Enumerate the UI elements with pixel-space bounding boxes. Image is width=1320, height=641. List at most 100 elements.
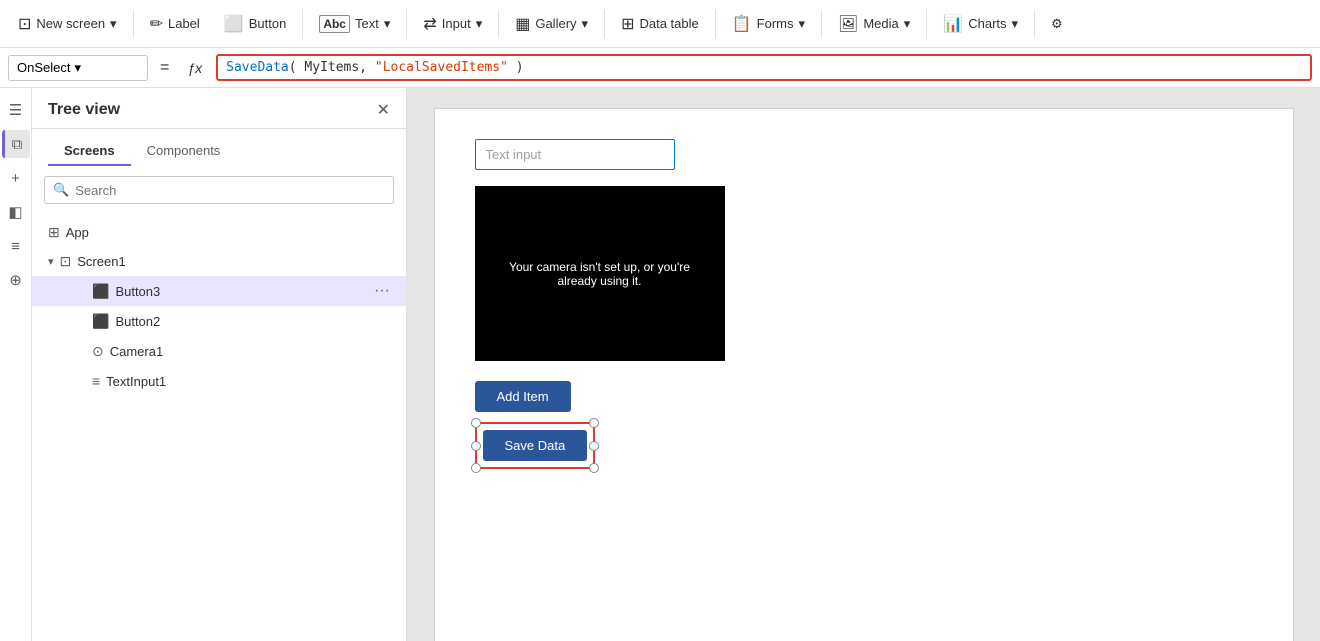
- tab-components-label: Components: [147, 143, 221, 158]
- toolbar-sep-8: [926, 10, 927, 38]
- save-data-label: Save Data: [505, 438, 566, 453]
- charts-label: Charts: [968, 16, 1006, 31]
- main-layout: ☰ ⧉ + ◧ ≡ ⊕ Tree view ✕ Screens Componen…: [0, 88, 1320, 641]
- formula-comma: ,: [359, 60, 367, 75]
- formula-func-name: SaveData: [226, 60, 289, 75]
- handle-br: [589, 463, 599, 473]
- tree-item-screen1[interactable]: ▾ ⊡ Screen1: [32, 247, 406, 276]
- text-input-placeholder: Text input: [486, 147, 542, 162]
- save-data-wrapper: Save Data: [475, 422, 596, 469]
- handle-tl: [471, 418, 481, 428]
- input-icon: ⇄: [423, 14, 436, 34]
- charts-button[interactable]: 📊 Charts ▾: [933, 8, 1028, 40]
- text-label: Text: [355, 16, 379, 31]
- add-button[interactable]: +: [2, 164, 30, 192]
- forms-button[interactable]: 📋 Forms ▾: [722, 8, 815, 40]
- button-label: Button: [249, 16, 287, 31]
- add-icon: +: [11, 170, 20, 187]
- variables-button[interactable]: ≡: [2, 232, 30, 260]
- data-icon: ◧: [8, 203, 22, 221]
- formula-bar: OnSelect ▾ = ƒx SaveData( MyItems, "Loca…: [0, 48, 1320, 88]
- screen1-label: Screen1: [77, 254, 390, 269]
- app-label: App: [66, 225, 390, 240]
- canvas-area[interactable]: Text input Your camera isn't set up, or …: [407, 88, 1320, 641]
- fx-button[interactable]: ƒx: [181, 60, 208, 76]
- tree-items: ⊞ App ▾ ⊡ Screen1 ⬛ Button3 ··· ⬛: [32, 214, 406, 641]
- gallery-chevron: ▾: [582, 16, 589, 32]
- button2-icon: ⬛: [92, 313, 109, 330]
- app-icon: ⊞: [48, 224, 60, 241]
- tree-item-camera1[interactable]: ⊙ Camera1 ···: [32, 336, 406, 366]
- camera1-label: Camera1: [110, 344, 368, 359]
- formula-input[interactable]: SaveData( MyItems, "LocalSavedItems" ): [216, 54, 1312, 81]
- hamburger-button[interactable]: ☰: [2, 96, 30, 124]
- tab-components[interactable]: Components: [131, 137, 237, 166]
- tree-item-textinput1[interactable]: ≡ TextInput1 ···: [32, 366, 406, 396]
- textinput1-label: TextInput1: [106, 374, 368, 389]
- button3-label: Button3: [115, 284, 368, 299]
- button-button[interactable]: ⬜ Button: [214, 8, 297, 40]
- media-icon: 🖼: [838, 14, 858, 34]
- tree-tabs: Screens Components: [32, 129, 406, 166]
- property-dropdown[interactable]: OnSelect ▾: [8, 55, 148, 81]
- gallery-button[interactable]: ▦ Gallery ▾: [505, 8, 598, 40]
- handle-bl: [471, 463, 481, 473]
- search-input[interactable]: [75, 183, 385, 198]
- text-input-element[interactable]: Text input: [475, 139, 675, 170]
- data-table-button[interactable]: ⊞ Data table: [611, 8, 709, 40]
- button2-label: Button2: [115, 314, 368, 329]
- more-button[interactable]: ⚙: [1041, 10, 1073, 38]
- handle-mr: [589, 441, 599, 451]
- save-data-selection-box: Save Data: [475, 422, 596, 469]
- tree-close-button[interactable]: ✕: [377, 100, 390, 120]
- new-screen-icon: ⊡: [18, 14, 31, 34]
- textinput1-icon: ≡: [92, 373, 100, 389]
- hamburger-icon: ☰: [9, 101, 22, 119]
- camera-element: Your camera isn't set up, or you're alre…: [475, 186, 725, 361]
- save-data-button[interactable]: Save Data: [483, 430, 588, 461]
- charts-icon: 📊: [943, 14, 963, 34]
- media-button[interactable]: 🖼 Media ▾: [828, 8, 920, 40]
- add-item-button[interactable]: Add Item: [475, 381, 571, 412]
- input-label: Input: [442, 16, 471, 31]
- label-label: Label: [168, 16, 200, 31]
- components-button[interactable]: ⊕: [2, 266, 30, 294]
- new-screen-label: New screen: [36, 16, 105, 31]
- property-dropdown-chevron: ▾: [74, 60, 81, 76]
- label-button[interactable]: ✏ Label: [140, 8, 210, 40]
- toolbar-sep-3: [406, 10, 407, 38]
- handle-tr: [589, 418, 599, 428]
- button3-icon: ⬛: [92, 283, 109, 300]
- camera1-icon: ⊙: [92, 343, 104, 360]
- more-icon: ⚙: [1051, 16, 1063, 32]
- tree-panel: Tree view ✕ Screens Components 🔍 ⊞ App ▾: [32, 88, 407, 641]
- main-toolbar: ⊡ New screen ▾ ✏ Label ⬜ Button Abc Text…: [0, 0, 1320, 48]
- data-button[interactable]: ◧: [2, 198, 30, 226]
- variables-icon: ≡: [11, 238, 20, 255]
- toolbar-sep-6: [715, 10, 716, 38]
- tree-item-button3[interactable]: ⬛ Button3 ···: [32, 276, 406, 306]
- input-button[interactable]: ⇄ Input ▾: [413, 8, 492, 40]
- toolbar-sep-2: [302, 10, 303, 38]
- gallery-label: Gallery: [535, 16, 576, 31]
- text-chevron: ▾: [384, 16, 391, 32]
- tab-screens[interactable]: Screens: [48, 137, 131, 166]
- formula-paren-close: ): [516, 60, 524, 75]
- tree-search-container: 🔍: [44, 176, 394, 204]
- tree-view-icon: ⧉: [12, 136, 23, 153]
- toolbar-sep-7: [821, 10, 822, 38]
- tree-item-button2[interactable]: ⬛ Button2 ···: [32, 306, 406, 336]
- toolbar-sep-1: [133, 10, 134, 38]
- media-label: Media: [863, 16, 898, 31]
- toolbar-sep-4: [498, 10, 499, 38]
- add-item-wrapper: Add Item: [475, 381, 1253, 412]
- button3-more-button[interactable]: ···: [374, 282, 390, 300]
- new-screen-button[interactable]: ⊡ New screen ▾: [8, 8, 127, 40]
- canvas-frame: Text input Your camera isn't set up, or …: [434, 108, 1294, 641]
- data-table-label: Data table: [639, 16, 698, 31]
- text-button[interactable]: Abc Text ▾: [309, 9, 400, 39]
- tree-item-app[interactable]: ⊞ App: [32, 218, 406, 247]
- tree-header: Tree view ✕: [32, 88, 406, 129]
- tree-view-button[interactable]: ⧉: [2, 130, 30, 158]
- media-chevron: ▾: [904, 16, 911, 32]
